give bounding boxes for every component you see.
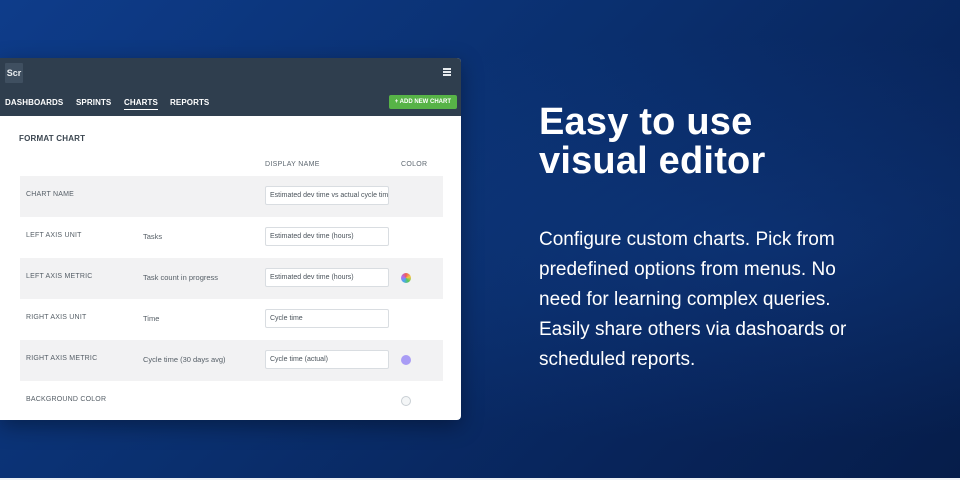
row-right-axis-unit: RIGHT AXIS UNIT Time Cycle time — [20, 299, 443, 340]
body-line: predefined options from menus. No — [539, 259, 836, 280]
main-nav: DASHBOARDS SPRINTS CHARTS REPORTS + ADD … — [0, 88, 461, 116]
nav-reports[interactable]: REPORTS — [170, 98, 209, 107]
row-label: LEFT AXIS METRIC — [26, 273, 93, 280]
app-logo: Scr — [5, 63, 23, 83]
left-axis-metric-input[interactable]: Estimated dev time (hours) — [265, 268, 389, 287]
row-right-axis-metric: RIGHT AXIS METRIC Cycle time (30 days av… — [20, 340, 443, 381]
right-axis-unit-input[interactable]: Cycle time — [265, 309, 389, 328]
body-line: need for learning complex queries. — [539, 289, 831, 310]
app-topbar: Scr — [0, 58, 461, 88]
headline-line: Easy to use — [539, 101, 753, 143]
hamburger-menu-icon[interactable] — [443, 68, 451, 76]
left-axis-unit-input[interactable]: Estimated dev time (hours) — [265, 227, 389, 246]
row-left-axis-unit: LEFT AXIS UNIT Tasks Estimated dev time … — [20, 217, 443, 258]
row-label: RIGHT AXIS METRIC — [26, 355, 98, 362]
row-left-axis-metric: LEFT AXIS METRIC Task count in progress … — [20, 258, 443, 299]
row-label: LEFT AXIS UNIT — [26, 232, 82, 239]
headline-line: visual editor — [539, 140, 766, 182]
body-line: scheduled reports. — [539, 349, 696, 370]
row-label: BACKGROUND COLOR — [26, 396, 107, 403]
row-chart-name: CHART NAME Estimated dev time vs actual … — [20, 176, 443, 217]
panel-title: FORMAT CHART — [19, 134, 86, 143]
row-value: Time — [143, 314, 160, 323]
body-line: Configure custom charts. Pick from — [539, 229, 835, 250]
app-window: Scr DASHBOARDS SPRINTS CHARTS REPORTS + … — [0, 58, 461, 420]
color-picker-swatch[interactable] — [401, 396, 411, 406]
color-picker-swatch[interactable] — [401, 273, 411, 283]
column-header-color: COLOR — [401, 161, 428, 168]
body-line: Easily share others via dashoards or — [539, 319, 847, 340]
row-value: Task count in progress — [143, 273, 219, 282]
headline: Easy to use visual editor — [539, 103, 939, 181]
row-label: RIGHT AXIS UNIT — [26, 314, 87, 321]
chart-name-input[interactable]: Estimated dev time vs actual cycle time — [265, 186, 389, 205]
nav-charts[interactable]: CHARTS — [124, 98, 158, 110]
column-header-display-name: DISPLAY NAME — [265, 161, 320, 168]
nav-sprints[interactable]: SPRINTS — [76, 98, 111, 107]
right-axis-metric-input[interactable]: Cycle time (actual) — [265, 350, 389, 369]
row-value: Tasks — [143, 232, 163, 241]
add-new-chart-button[interactable]: + ADD NEW CHART — [388, 95, 457, 109]
row-label: CHART NAME — [26, 191, 75, 198]
row-background-color: BACKGROUND COLOR — [20, 381, 443, 420]
nav-dashboards[interactable]: DASHBOARDS — [5, 98, 63, 107]
row-value: Cycle time (30 days avg) — [143, 355, 226, 364]
body-copy: Configure custom charts. Pick from prede… — [539, 225, 939, 375]
color-picker-swatch[interactable] — [401, 355, 411, 365]
